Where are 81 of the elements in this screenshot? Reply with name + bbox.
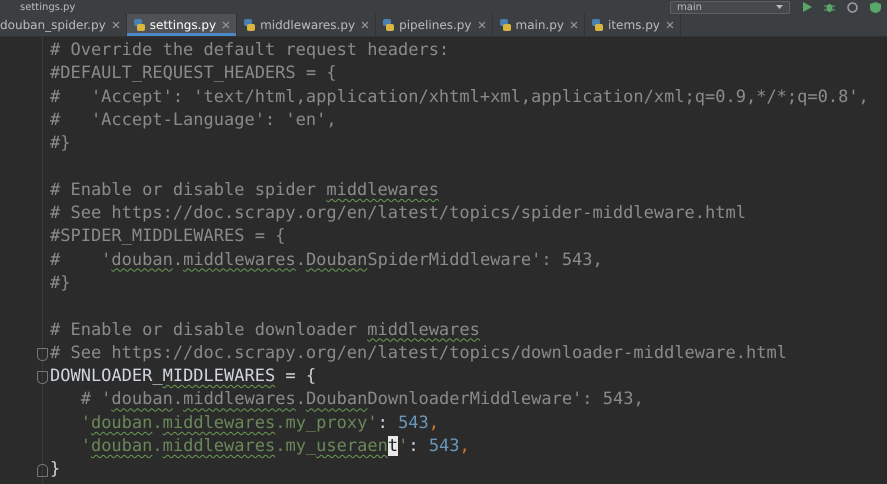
run-config-dropdown[interactable]: main [670,0,790,14]
tab-label: pipelines.py [399,18,472,32]
code-text: douban [111,389,173,410]
fold-marker-icon[interactable] [37,348,48,361]
code-text: ' [80,412,91,433]
editor-tab[interactable]: settings.py [126,14,238,36]
code-text: douban [111,250,173,270]
code-text: # ' [80,389,112,410]
code-text: , [428,412,440,433]
code-text: # 'Accept-Language': 'en', [50,110,337,130]
code-text: } [50,459,60,480]
close-icon[interactable] [112,21,120,29]
code-text: 543 [428,436,460,456]
close-icon[interactable] [361,21,370,29]
code-text: # 'Accept': 'text/html,application/xhtml+xml,application/xml;q=0.9,*/*;q=0.8', [50,86,869,107]
tab-label: settings.py [150,18,216,32]
python-file-icon [591,18,604,32]
tab-label: items.py [608,18,660,32]
code-text: useraen [316,436,388,456]
editor-tab[interactable]: pipelines.py [376,14,492,36]
python-file-icon [132,18,146,32]
code-text: 543 [398,412,429,433]
code-text: MIDDLEWARES [162,366,276,386]
tab-label: douban_spider.py [0,18,106,32]
code-text: middlewares [183,250,296,270]
code-text: #SPIDER_MIDDLEWARES = { [50,226,286,246]
code-text: middlewares [326,180,439,200]
code-text: . [172,389,184,410]
code-text: . [172,250,184,270]
editor-tab[interactable]: middlewares.py [237,14,376,36]
code-text: middlewares [162,412,276,433]
code-text: Douban [306,389,368,410]
code-text: ' [80,436,91,456]
code-text: DOWNLOADER_ [50,366,163,386]
code-text: # Enable or disable spider [50,180,318,200]
python-file-icon [498,18,512,32]
code-text: #DEFAULT_REQUEST_HEADERS = { [50,63,337,84]
code-text: douban [90,436,152,456]
code-text: SpiderMiddleware': 543, [367,250,603,270]
code-text: # Enable or disable downloader [50,320,358,340]
code-text: #} [50,133,70,154]
close-icon[interactable] [666,21,674,29]
text-cursor: t [388,436,398,456]
code-text: . [152,436,163,456]
dropdown-caret-icon [776,5,783,9]
tab-label: middlewares.py [260,18,356,32]
code-text: : [378,412,389,433]
code-text: .my_proxy' [275,412,378,433]
editor-tab[interactable]: main.py [492,14,586,36]
code-text: . [152,412,163,433]
code-text: # ' [50,250,112,270]
close-icon[interactable] [222,21,230,29]
code-text: , [460,436,470,456]
code-text: = { [284,366,316,386]
python-file-icon [382,18,396,32]
code-text: middlewares [367,320,480,340]
code-text: .my_ [275,436,316,456]
code-text: # Override the default request headers: [50,40,450,60]
code-text: . [296,389,306,410]
close-icon[interactable] [570,21,578,29]
code-text: ' [398,436,408,456]
code-text: middlewares [183,389,296,410]
code-text: Douban [306,250,368,270]
window-title: settings.py [20,2,76,12]
run-icon[interactable] [802,2,812,12]
editor-tab[interactable]: items.py [585,14,681,36]
code-text: #} [50,272,70,293]
bug-icon[interactable] [824,2,835,12]
python-file-icon [243,18,256,32]
code-text: # See https://doc.scrapy.org/en/latest/topics/downloader-middleware.html [50,342,787,363]
code-text: douban [90,412,152,433]
close-icon[interactable] [478,21,486,29]
shield-icon[interactable] [870,2,881,12]
code-text: : [408,436,420,456]
code-text: . [296,250,306,270]
tab-label: main.py [516,18,564,32]
code-text: # See https://doc.scrapy.org/en/latest/topics/spider-middleware.html [50,203,746,224]
code-text: DownloaderMiddleware': 543, [367,389,644,410]
code-text: middlewares [162,436,276,456]
fold-marker-icon[interactable] [37,371,48,384]
fold-marker-icon[interactable] [37,464,48,478]
